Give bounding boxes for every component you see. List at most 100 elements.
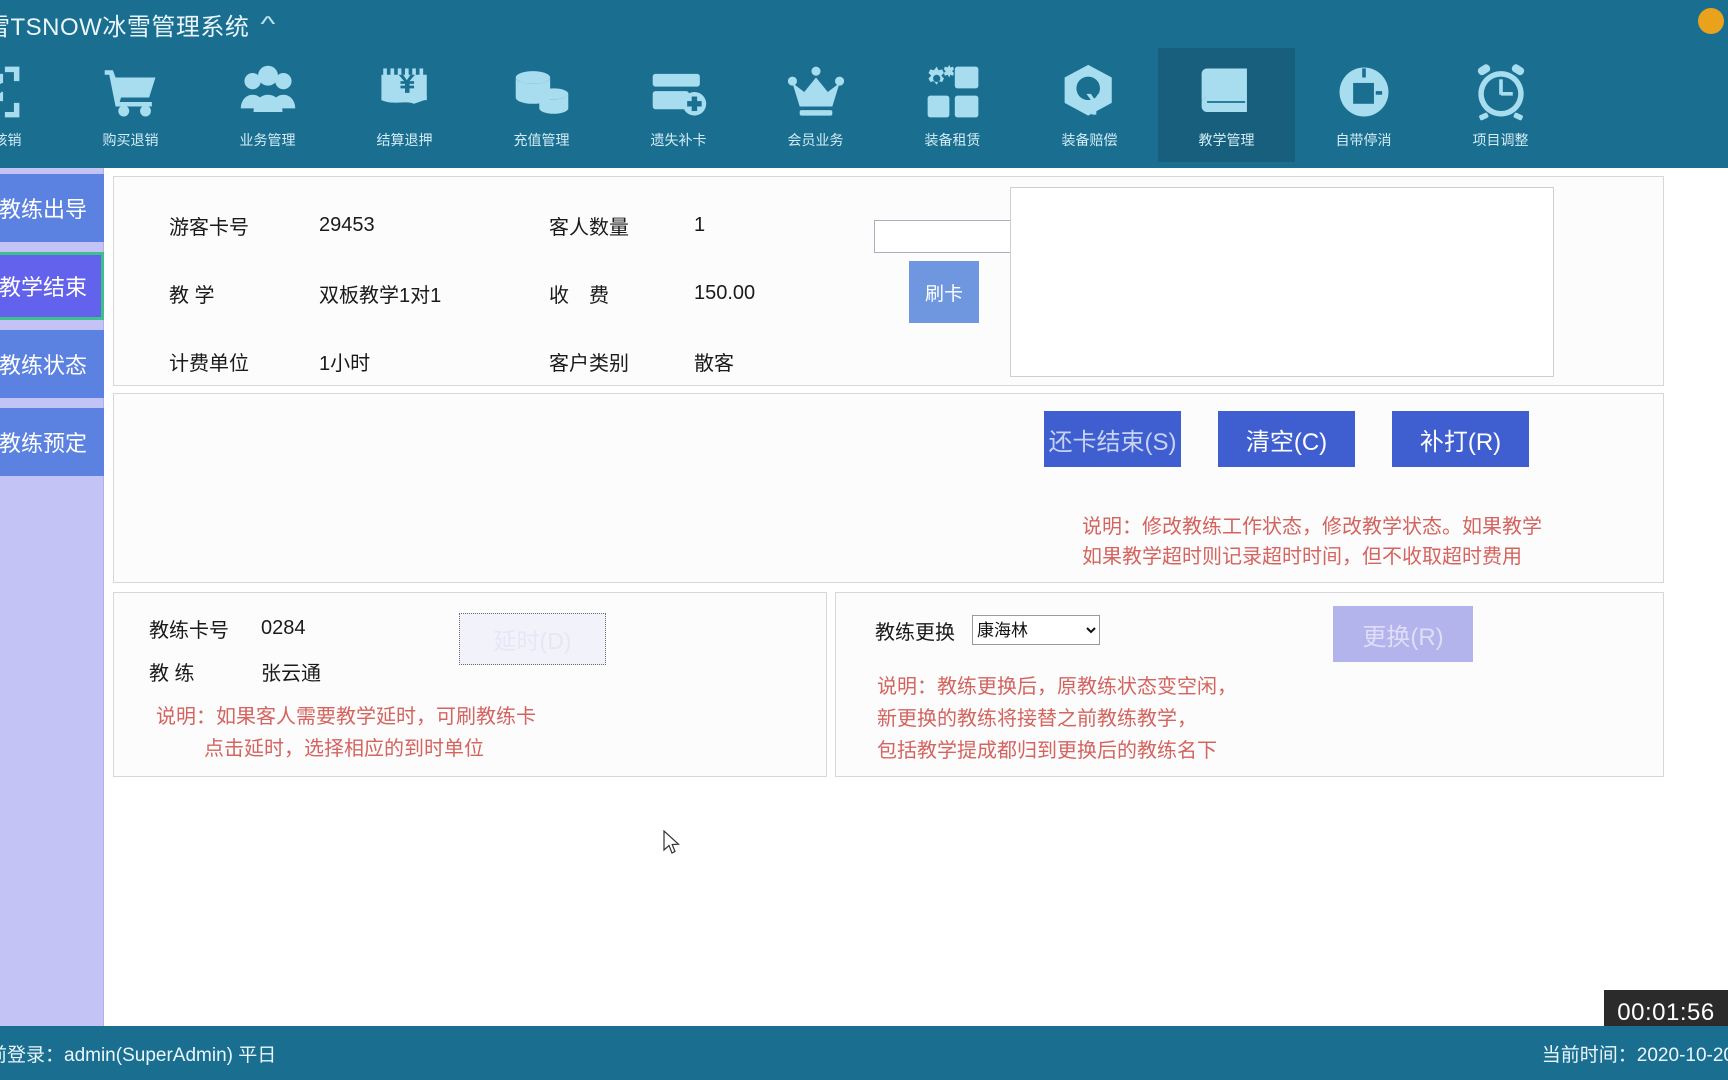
alarm-clock-icon — [1471, 62, 1531, 122]
toolbar-item-label: 遗失补卡 — [650, 132, 707, 148]
guest-count-label: 客人数量 — [549, 216, 629, 239]
teaching-info-panel: 游客卡号 29453 客人数量 1 教 学 双板教学1对1 收 费 150.00… — [113, 176, 1664, 386]
toolbar-item-10[interactable]: 自带停消 — [1295, 48, 1432, 162]
sidebar-item-label: 教练出导 — [0, 197, 87, 222]
coach-name-row: 教 练 张云通 — [149, 650, 321, 693]
toolbar-item-8[interactable]: 装备赔偿 — [1021, 48, 1158, 162]
coach-card-label: 教练卡号 — [149, 620, 229, 642]
sidebar-item-1[interactable]: 教学结束 — [0, 252, 104, 320]
main-content: 游客卡号 29453 客人数量 1 教 学 双板教学1对1 收 费 150.00… — [104, 168, 1728, 1026]
action-panel: 还卡结束(S) 清空(C) 补打(R) 说明：修改教练工作状态，修改教学状态。如… — [113, 393, 1664, 583]
toolbar-item-label: 自带停消 — [1335, 132, 1392, 148]
mouse-cursor-icon — [663, 830, 680, 854]
toolbar-item-6[interactable]: 会员业务 — [747, 48, 884, 162]
customer-type-value: 散客 — [694, 352, 734, 375]
delay-button[interactable]: 延时(D) — [459, 613, 606, 665]
toolbar-item-label: 项目调整 — [1472, 132, 1529, 148]
coach-replace-select[interactable]: 康海林 — [972, 615, 1100, 645]
toolbar-item-5[interactable]: 遗失补卡 — [610, 48, 747, 162]
info-row-unit: 计费单位 1小时 客户类别 散客 — [169, 327, 1049, 395]
teaching-value: 双板教学1对1 — [319, 284, 442, 307]
clear-button[interactable]: 清空(C) — [1218, 411, 1355, 467]
ticket-scan-icon — [0, 62, 24, 122]
coach-note-line1: 说明：如果客人需要教学延时，可刷教练卡 — [156, 706, 536, 728]
fee-value: 150.00 — [694, 281, 756, 304]
toolbar-item-11[interactable]: 项目调整 — [1432, 48, 1569, 162]
guest-card-label: 游客卡号 — [169, 216, 249, 239]
toolbar-item-1[interactable]: 购买退销 — [62, 48, 199, 162]
coach-replace-label: 教练更换 — [875, 621, 955, 644]
sidebar-item-2[interactable]: 教练状态 — [0, 330, 104, 398]
sidebar-item-label: 教学结束 — [0, 275, 87, 300]
guest-card-value: 29453 — [319, 213, 375, 236]
shopping-cart-icon — [101, 62, 161, 122]
yuan-receipt-icon — [375, 62, 435, 122]
gear-blocks-icon — [923, 62, 983, 122]
toolbar-item-label: 装备租赁 — [924, 132, 981, 148]
toolbar-item-label: 会员业务 — [787, 132, 844, 148]
action-note-line2: 如果教学超时则记录超时时间，但不收取超时费用 — [1082, 546, 1522, 568]
coach-name-label: 教 练 — [149, 663, 195, 685]
return-card-finish-button[interactable]: 还卡结束(S) — [1044, 411, 1181, 467]
toolbar-item-label: 业务管理 — [239, 132, 296, 148]
sidebar-item-0[interactable]: 教练出导 — [0, 174, 104, 242]
action-button-row: 还卡结束(S) 清空(C) 补打(R) — [1044, 411, 1529, 467]
book-icon — [1197, 62, 1257, 122]
coach-name-value: 张云通 — [261, 663, 321, 685]
coach-grid: 教练卡号 0284 教 练 张云通 — [149, 607, 321, 693]
coach-replace-panel: 教练更换 康海林 更换(R) 说明：教练更换后，原教练状态变空闲， 新更换的教练… — [835, 592, 1664, 777]
replace-button[interactable]: 更换(R) — [1333, 606, 1473, 662]
toolbar-item-label: 教学管理 — [1198, 132, 1255, 148]
coach-card-row: 教练卡号 0284 — [149, 607, 321, 650]
status-bar: 前登录：admin(SuperAdmin) 平日 当前时间：2020-10-20 — [0, 1026, 1728, 1080]
people-group-icon — [238, 62, 298, 122]
toolbar-item-label: 购买退销 — [102, 132, 159, 148]
reprint-button[interactable]: 补打(R) — [1392, 411, 1529, 467]
crown-icon — [786, 62, 846, 122]
sidebar: 教练出导教学结束教练状态教练预定 — [0, 168, 104, 1026]
overtime-info-box: 教学超时信息 — [1010, 187, 1554, 377]
action-note-line1: 说明：修改教练工作状态，修改教学状态。如果教学 — [1082, 516, 1542, 538]
replace-note-line3: 包括教学提成都归到更换后的教练名下 — [877, 740, 1217, 762]
toolbar-item-label: 装备赔偿 — [1061, 132, 1118, 148]
sidebar-item-3[interactable]: 教练预定 — [0, 408, 104, 476]
coach-card-value: 0284 — [261, 617, 306, 639]
replace-note-line1: 说明：教练更换后，原教练状态变空闲， — [877, 676, 1237, 698]
main-toolbar: 票务核销 购买退销 业务管理 结算退押 充值管理 遗失补卡 会员业务 装备租赁 装备赔偿 教学管理… — [0, 48, 1728, 168]
toolbar-item-3[interactable]: 结算退押 — [336, 48, 473, 162]
status-current-time: 当前时间：2020-10-20 — [1541, 1044, 1728, 1066]
database-coins-icon — [512, 62, 572, 122]
clock-square-icon — [1334, 62, 1394, 122]
fee-label: 收 费 — [549, 284, 609, 307]
app-title: 雪TSNOW冰雪管理系统 — [0, 13, 250, 41]
swipe-card-button[interactable]: 刷卡 — [909, 261, 979, 323]
title-bar: 雪TSNOW冰雪管理系统 ^ — [0, 0, 1728, 48]
customer-type-label: 客户类别 — [549, 352, 629, 375]
teaching-label: 教 学 — [169, 284, 215, 307]
coach-note-line2: 点击延时，选择相应的到时单位 — [204, 738, 484, 760]
replace-note: 说明：教练更换后，原教练状态变空闲， 新更换的教练将接替之前教练教学， 包括教学… — [877, 671, 1237, 767]
toolbar-item-7[interactable]: 装备租赁 — [884, 48, 1021, 162]
hexagon-yuan-icon — [1060, 62, 1120, 122]
replace-note-line2: 新更换的教练将接替之前教练教学， — [877, 708, 1197, 730]
billing-unit-label: 计费单位 — [169, 352, 249, 375]
coach-note: 说明：如果客人需要教学延时，可刷教练卡 点击延时，选择相应的到时单位 — [156, 701, 536, 765]
toolbar-item-9[interactable]: 教学管理 — [1158, 48, 1295, 162]
sidebar-item-label: 教练状态 — [0, 353, 87, 378]
coach-replace-row: 教练更换 康海林 — [875, 615, 1100, 645]
sidebar-item-label: 教练预定 — [0, 431, 87, 456]
card-plus-icon — [649, 62, 709, 122]
toolbar-item-2[interactable]: 业务管理 — [199, 48, 336, 162]
toolbar-item-4[interactable]: 充值管理 — [473, 48, 610, 162]
billing-unit-value: 1小时 — [319, 352, 371, 375]
status-login-info: 前登录：admin(SuperAdmin) 平日 — [0, 1044, 277, 1066]
toolbar-item-label: 票务核销 — [0, 132, 22, 148]
action-note: 说明：修改教练工作状态，修改教学状态。如果教学 如果教学超时则记录超时时间，但不… — [1082, 512, 1542, 572]
toolbar-item-label: 充值管理 — [513, 132, 570, 148]
application-window: 雪TSNOW冰雪管理系统 ^ 票务核销 购买退销 业务管理 结算退押 充值管理 遗失补卡 会… — [0, 0, 1728, 1080]
chevron-up-icon[interactable]: ^ — [261, 14, 276, 35]
coach-panel: 教练卡号 0284 教 练 张云通 延时(D) 说明：如果客人需要教学延时，可刷… — [113, 592, 827, 777]
window-control-dot[interactable] — [1698, 8, 1724, 34]
toolbar-item-0[interactable]: 票务核销 — [0, 48, 62, 162]
guest-count-value: 1 — [694, 213, 706, 236]
